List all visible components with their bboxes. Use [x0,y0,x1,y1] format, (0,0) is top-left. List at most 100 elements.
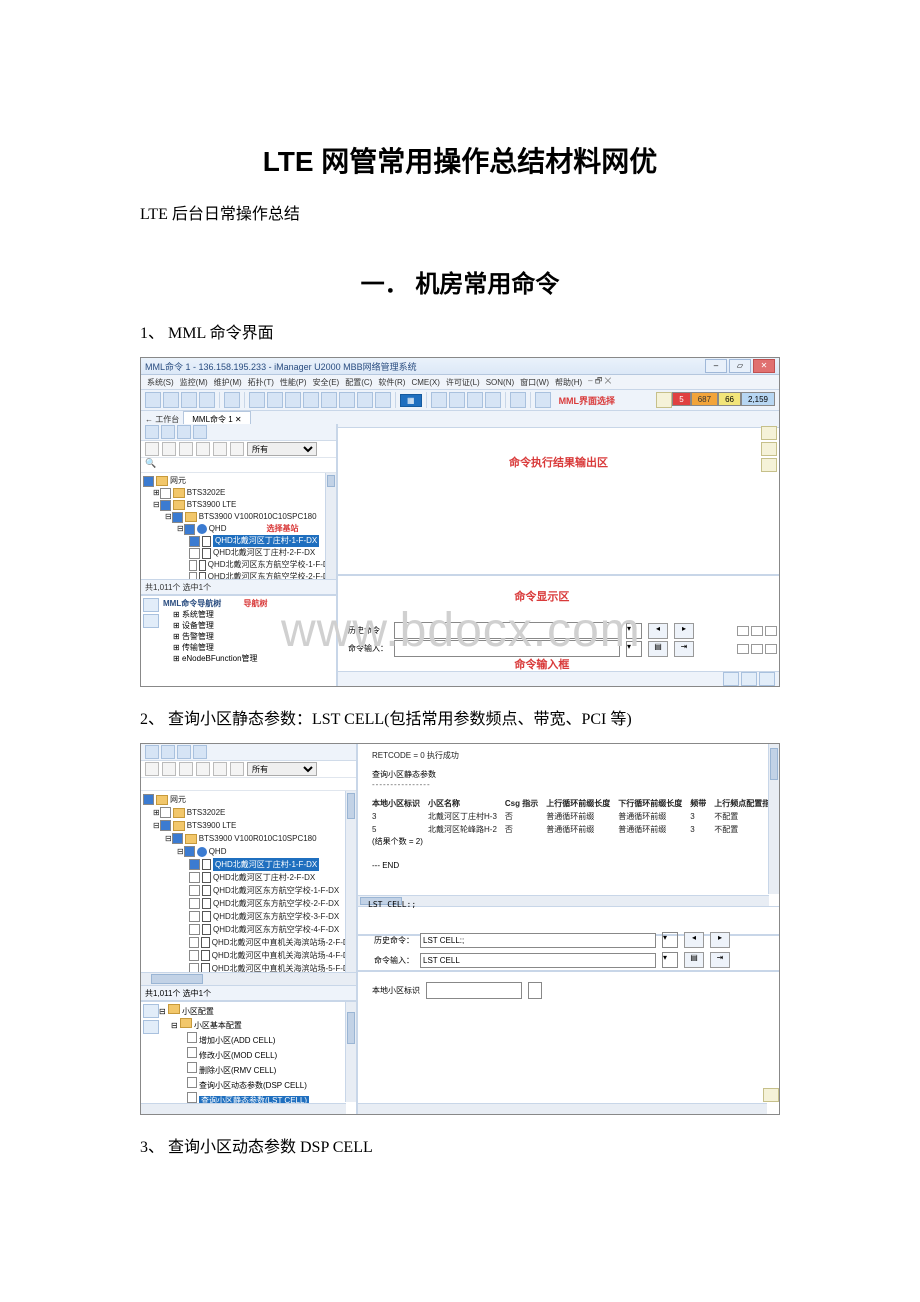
assist-button[interactable]: ▤ [684,952,704,968]
config-tree[interactable]: ⊟ 小区配置 ⊟ 小区基本配置 增加小区(ADD CELL) 修改小区(MOD … [141,1000,356,1114]
menu-config[interactable]: 配置(C) [343,377,374,388]
mml-tab-button[interactable]: ▦ [400,394,422,407]
toolbar-icon[interactable] [339,392,355,408]
dropdown-icon[interactable]: ▾ [662,952,678,968]
prev-button[interactable]: ◂ [684,932,704,948]
mdi-controls[interactable]: – 🗗 ✕ [586,375,775,389]
filter-select[interactable]: 所有 [247,442,317,456]
dropdown-icon[interactable]: ▾ [662,932,678,948]
toolbar-icon[interactable] [485,392,501,408]
ne-tree[interactable]: 网元 ⊞BTS3202E ⊟BTS3900 LTE ⊟BTS3900 V100R… [141,791,356,972]
panel-icon[interactable] [177,745,191,759]
toolbar-icon[interactable] [163,392,179,408]
panel-icon[interactable] [193,745,207,759]
filter-icon[interactable] [196,442,210,456]
panel-icon[interactable] [143,1020,159,1034]
alarm-critical[interactable]: 5 [672,392,690,406]
toolbar-icon[interactable] [181,392,197,408]
menu-monitor[interactable]: 监控(M) [178,377,210,388]
menu-topo[interactable]: 拓扑(T) [246,377,276,388]
panel-icon[interactable] [761,426,777,440]
cmd-input[interactable] [394,640,620,657]
filter-icon[interactable] [162,442,176,456]
assist-button[interactable]: ▤ [648,641,668,657]
cfg-vscroll[interactable] [345,1002,356,1102]
panel-icon[interactable] [723,672,739,686]
toolbar-icon[interactable] [199,392,215,408]
menu-system[interactable]: 系统(S) [145,377,176,388]
tree-hscrollbar[interactable] [141,972,356,985]
panel-icon[interactable] [763,1088,779,1102]
toolbar-icon[interactable] [357,392,373,408]
toolbar-icon[interactable] [431,392,447,408]
history-input[interactable] [394,622,620,639]
param-input[interactable] [426,982,522,999]
next-button[interactable]: ▸ [710,932,730,948]
panel-icon[interactable] [145,745,159,759]
filter-icon[interactable] [162,762,176,776]
toolbar-icon[interactable] [510,392,526,408]
toolbar-icon[interactable] [449,392,465,408]
alarm-major[interactable]: 687 [691,392,718,406]
spinner-icon[interactable] [528,982,542,999]
panel-icon[interactable] [761,458,777,472]
toolbar-icon[interactable] [303,392,319,408]
dropdown-icon[interactable]: ▾ [626,641,642,657]
alarm-warning[interactable]: 2,159 [741,392,775,406]
menu-window[interactable]: 窗口(W) [518,377,551,388]
maximize-button[interactable]: ▱ [729,359,751,373]
out-vscroll[interactable] [768,744,779,894]
history-input[interactable] [420,933,656,948]
alarm-minor[interactable]: 66 [718,392,741,406]
filter-icon[interactable] [179,762,193,776]
panel-icon[interactable] [161,425,175,439]
filter-icon[interactable] [196,762,210,776]
filter-icon[interactable] [179,442,193,456]
toolbar-icon[interactable] [467,392,483,408]
exec-button[interactable]: ⇥ [710,952,730,968]
panel-icon[interactable] [177,425,191,439]
close-button[interactable]: ✕ [753,359,775,373]
filter-icon[interactable] [230,442,244,456]
filter-icon[interactable] [213,442,227,456]
menu-software[interactable]: 软件(R) [376,377,407,388]
menu-security[interactable]: 安全(E) [311,377,342,388]
toolbar-icon[interactable] [224,392,240,408]
toolbar-icon[interactable] [321,392,337,408]
next-button[interactable]: ▸ [674,623,694,639]
menu-license[interactable]: 许可证(L) [444,377,482,388]
cmd-input[interactable] [420,953,656,968]
panel-icon[interactable] [143,598,159,612]
toolbar-icon[interactable] [285,392,301,408]
menu-help[interactable]: 帮助(H) [553,377,584,388]
panel-icon[interactable] [143,1004,159,1018]
panel-icon[interactable] [741,672,757,686]
cfg-hscroll[interactable] [141,1103,346,1114]
prev-button[interactable]: ◂ [648,623,668,639]
dropdown-icon[interactable]: ▾ [626,623,642,639]
filter-icon[interactable] [145,762,159,776]
toolbar-icon[interactable] [375,392,391,408]
tree-scrollbar[interactable] [345,791,356,972]
panel-icon[interactable] [761,442,777,456]
menu-maintain[interactable]: 维护(M) [212,377,244,388]
panel-icon[interactable] [759,672,775,686]
filter-icon[interactable] [145,442,159,456]
filter-icon[interactable] [213,762,227,776]
menu-son[interactable]: SON(N) [484,378,516,387]
minimize-button[interactable]: – [705,359,727,373]
toolbar-icon[interactable] [145,392,161,408]
save-icon[interactable] [656,392,672,408]
toolbar-icon[interactable] [249,392,265,408]
menu-perf[interactable]: 性能(P) [278,377,309,388]
toolbar-icon[interactable] [267,392,283,408]
panel-icon[interactable] [145,425,159,439]
ne-tree[interactable]: 网元 ⊞BTS3202E ⊟BTS3900 LTE ⊟BTS3900 V100R… [141,473,336,579]
filter-icon[interactable] [230,762,244,776]
param-hscroll[interactable] [358,1103,767,1114]
panel-icon[interactable] [143,614,159,628]
menu-cme[interactable]: CME(X) [409,378,441,387]
panel-icon[interactable] [193,425,207,439]
panel-icon[interactable] [161,745,175,759]
filter-select[interactable]: 所有 [247,762,317,776]
